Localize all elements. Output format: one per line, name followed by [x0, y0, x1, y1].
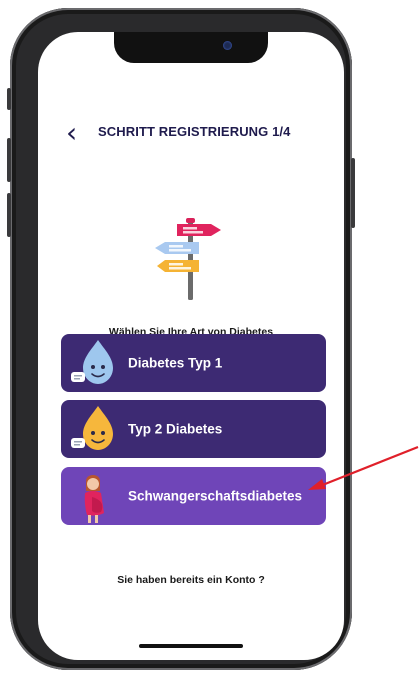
annotation-arrow-icon — [308, 445, 419, 490]
volume-up-button — [7, 138, 11, 182]
login-link[interactable]: Sie haben bereits ein Konto ? — [38, 574, 344, 586]
volume-down-button — [7, 193, 11, 237]
header: ‹ SCHRITT REGISTRIERUNG 1/4 — [38, 118, 344, 148]
mute-switch — [7, 88, 11, 110]
pregnant-woman-icon — [84, 475, 104, 523]
option-label: Diabetes Typ 1 — [128, 355, 223, 371]
app-screen: ‹ SCHRITT REGISTRIERUNG 1/4 Wählen Sie I… — [38, 32, 344, 660]
phone-frame: ‹ SCHRITT REGISTRIERUNG 1/4 Wählen Sie I… — [7, 8, 355, 670]
option-label: Schwangerschaftsdiabetes — [128, 488, 303, 504]
blue-drop-icon — [71, 340, 113, 384]
power-button — [351, 158, 355, 228]
page-title: SCHRITT REGISTRIERUNG 1/4 — [98, 124, 291, 139]
chevron-left-icon[interactable]: ‹ — [66, 119, 77, 147]
signpost-icon — [155, 218, 221, 300]
option-label: Typ 2 Diabetes — [128, 421, 223, 437]
option-diabetes-type-1[interactable]: Diabetes Typ 1 — [61, 334, 326, 392]
yellow-drop-icon — [71, 406, 113, 450]
home-indicator — [139, 644, 243, 648]
notch — [114, 32, 268, 63]
option-gestational-diabetes[interactable]: Schwangerschaftsdiabetes — [61, 467, 326, 525]
option-type-2-diabetes[interactable]: Typ 2 Diabetes — [61, 400, 326, 458]
camera-icon — [223, 41, 232, 50]
